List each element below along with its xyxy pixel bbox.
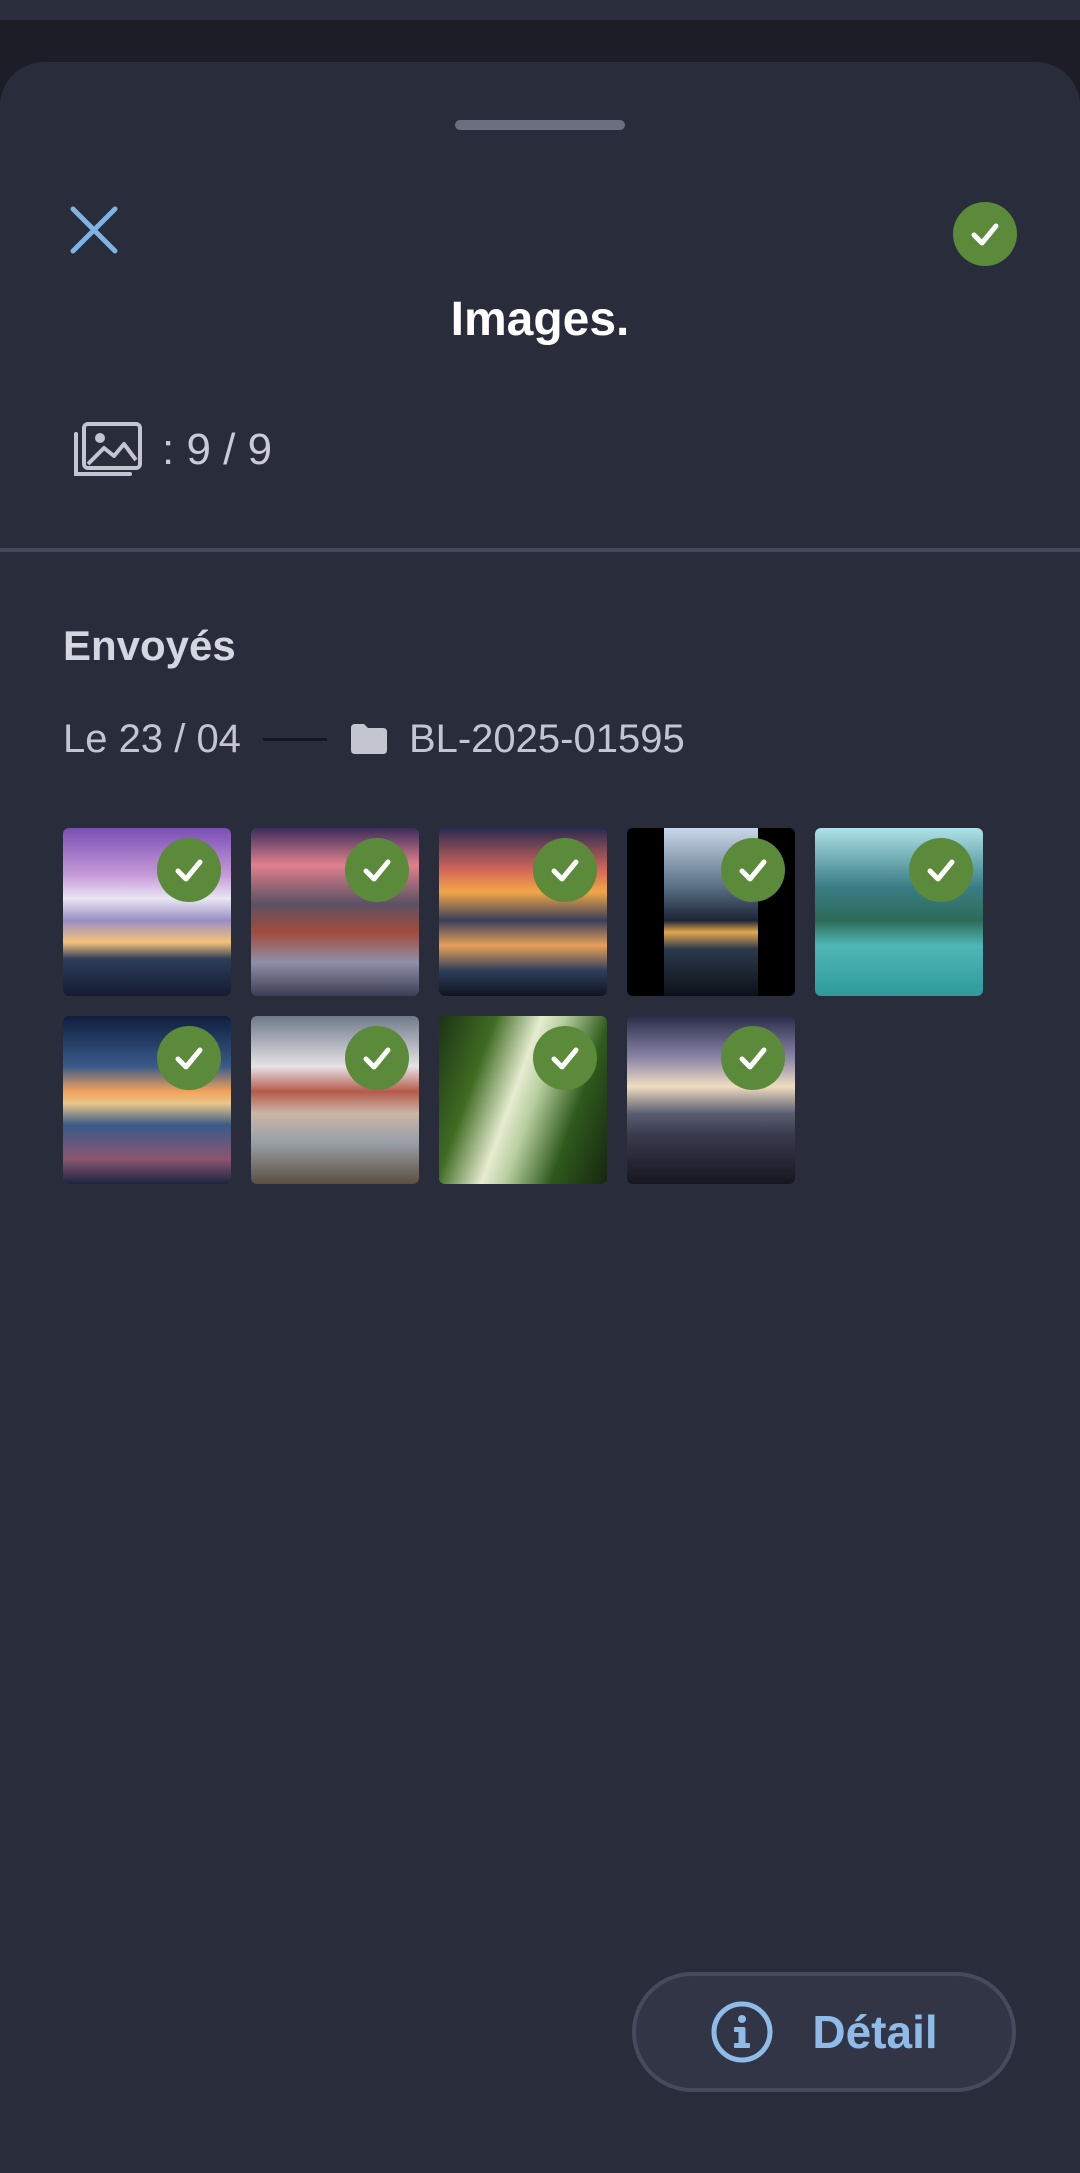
image-thumbnail[interactable] [63,1016,231,1184]
date-label: Le 23 / 04 [63,716,241,761]
check-circle-icon [345,838,409,902]
status-bar [0,0,1080,20]
close-button[interactable] [66,202,122,258]
check-icon [971,223,999,246]
image-count: : 9 / 9 [70,420,272,480]
image-thumbnail[interactable] [627,1016,795,1184]
folder-label: BL-2025-01595 [408,716,685,761]
image-thumbnail[interactable] [251,1016,419,1184]
image-thumbnail[interactable] [815,828,983,996]
image-thumbnail[interactable] [251,828,419,996]
meta-row: Le 23 / 04 BL-2025-01595 [63,712,685,766]
detail-button-label: Détail [812,2006,938,2058]
check-circle-icon [157,1026,221,1090]
info-icon [711,2001,773,2063]
check-circle-icon [157,838,221,902]
image-thumbnail[interactable] [439,1016,607,1184]
detail-button[interactable]: Détail [632,1972,1016,2092]
folder-icon [349,722,389,756]
check-circle-icon [909,838,973,902]
image-count-text: : 9 / 9 [162,425,273,474]
check-circle-icon [533,838,597,902]
check-circle-icon [345,1026,409,1090]
page-title: Images. [450,293,630,346]
check-circle-icon [721,838,785,902]
check-circle-icon [721,1026,785,1090]
section-title: Envoyés [63,622,236,669]
check-circle-icon [533,1026,597,1090]
separator-line [262,737,327,741]
image-thumbnail[interactable] [439,828,607,996]
drag-handle[interactable] [455,120,625,130]
close-icon [70,206,118,254]
image-thumbnail[interactable] [63,828,231,996]
gallery-icon [74,422,142,476]
status-check-badge [953,202,1017,266]
image-thumbnail[interactable] [627,828,795,996]
divider [0,548,1080,552]
